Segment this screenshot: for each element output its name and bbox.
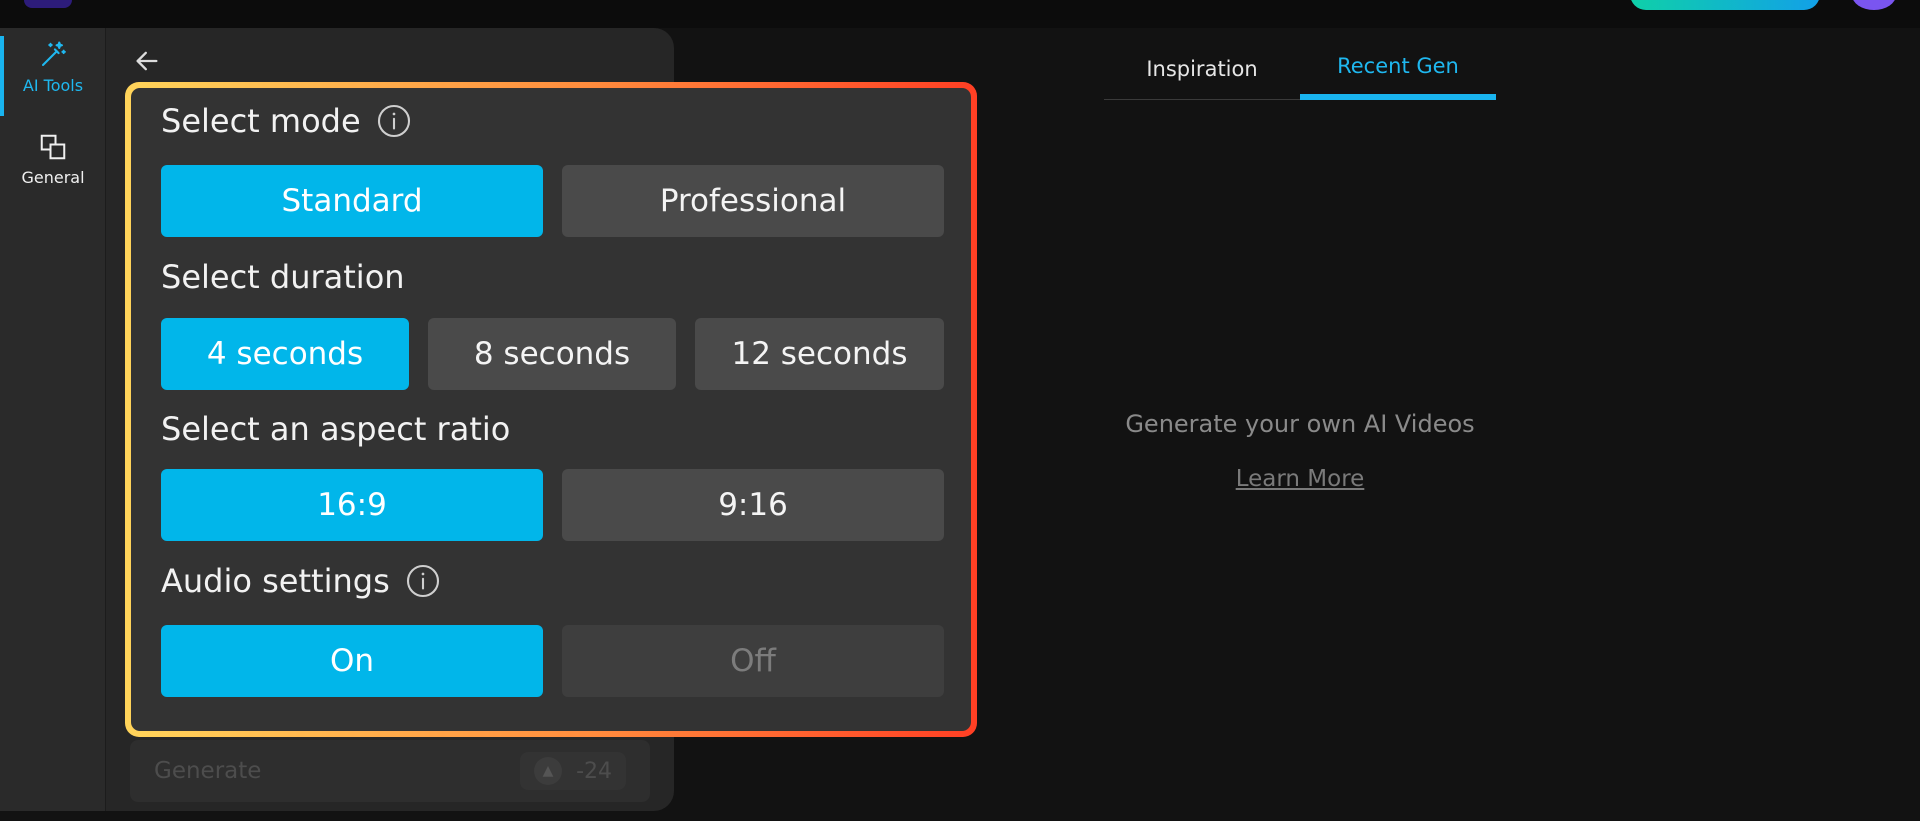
magic-wand-icon	[36, 38, 70, 72]
audio-off-button[interactable]: Off	[562, 625, 944, 697]
learn-more-link[interactable]: Learn More	[1160, 466, 1440, 492]
generate-button[interactable]: Generate ▲ -24	[130, 740, 650, 802]
info-icon[interactable]	[404, 562, 442, 600]
sidebar-item-label: General	[21, 168, 85, 187]
mode-standard-button[interactable]: Standard	[161, 165, 543, 237]
duration-title: Select duration	[161, 258, 405, 296]
aspect-9-16-button[interactable]: 9:16	[562, 469, 944, 541]
audio-title: Audio settings	[161, 562, 390, 600]
credit-cost: ▲ -24	[520, 752, 626, 790]
tab-inspiration[interactable]: Inspiration	[1104, 38, 1300, 100]
aspect-16-9-button[interactable]: 16:9	[161, 469, 543, 541]
back-arrow-icon[interactable]	[130, 44, 164, 78]
audio-section-title: Audio settings	[161, 562, 442, 600]
user-avatar[interactable]	[1852, 0, 1896, 10]
app-logo[interactable]	[24, 0, 72, 8]
duration-4s-button[interactable]: 4 seconds	[161, 318, 409, 390]
mode-section-title: Select mode	[161, 102, 413, 140]
empty-state-message: Generate your own AI Videos	[1125, 410, 1475, 438]
mode-title: Select mode	[161, 102, 361, 140]
aspect-section-title: Select an aspect ratio	[161, 410, 510, 448]
sidebar-item-label: AI Tools	[22, 76, 84, 95]
generate-label: Generate	[154, 758, 262, 784]
info-icon[interactable]	[375, 102, 413, 140]
settings-popup: Select mode Standard Professional Select…	[125, 82, 977, 737]
duration-section-title: Select duration	[161, 258, 405, 296]
duration-12s-button[interactable]: 12 seconds	[695, 318, 944, 390]
duration-8s-button[interactable]: 8 seconds	[428, 318, 676, 390]
coin-icon: ▲	[534, 757, 563, 785]
sidebar: AI Tools General	[0, 28, 106, 811]
audio-on-button[interactable]: On	[161, 625, 543, 697]
upgrade-button[interactable]	[1630, 0, 1820, 10]
aspect-title: Select an aspect ratio	[161, 410, 511, 448]
sidebar-item-general[interactable]: General	[0, 130, 106, 200]
copy-squares-icon	[36, 130, 70, 164]
top-bar	[0, 0, 1920, 28]
credit-cost-value: -24	[576, 758, 612, 784]
settings-popup-body: Select mode Standard Professional Select…	[131, 88, 971, 731]
tab-recent-gen[interactable]: Recent Gen	[1300, 38, 1496, 100]
sidebar-item-ai-tools[interactable]: AI Tools	[0, 38, 106, 116]
mode-professional-button[interactable]: Professional	[562, 165, 944, 237]
gallery-tabs: Inspiration Recent Gen	[1104, 38, 1496, 100]
